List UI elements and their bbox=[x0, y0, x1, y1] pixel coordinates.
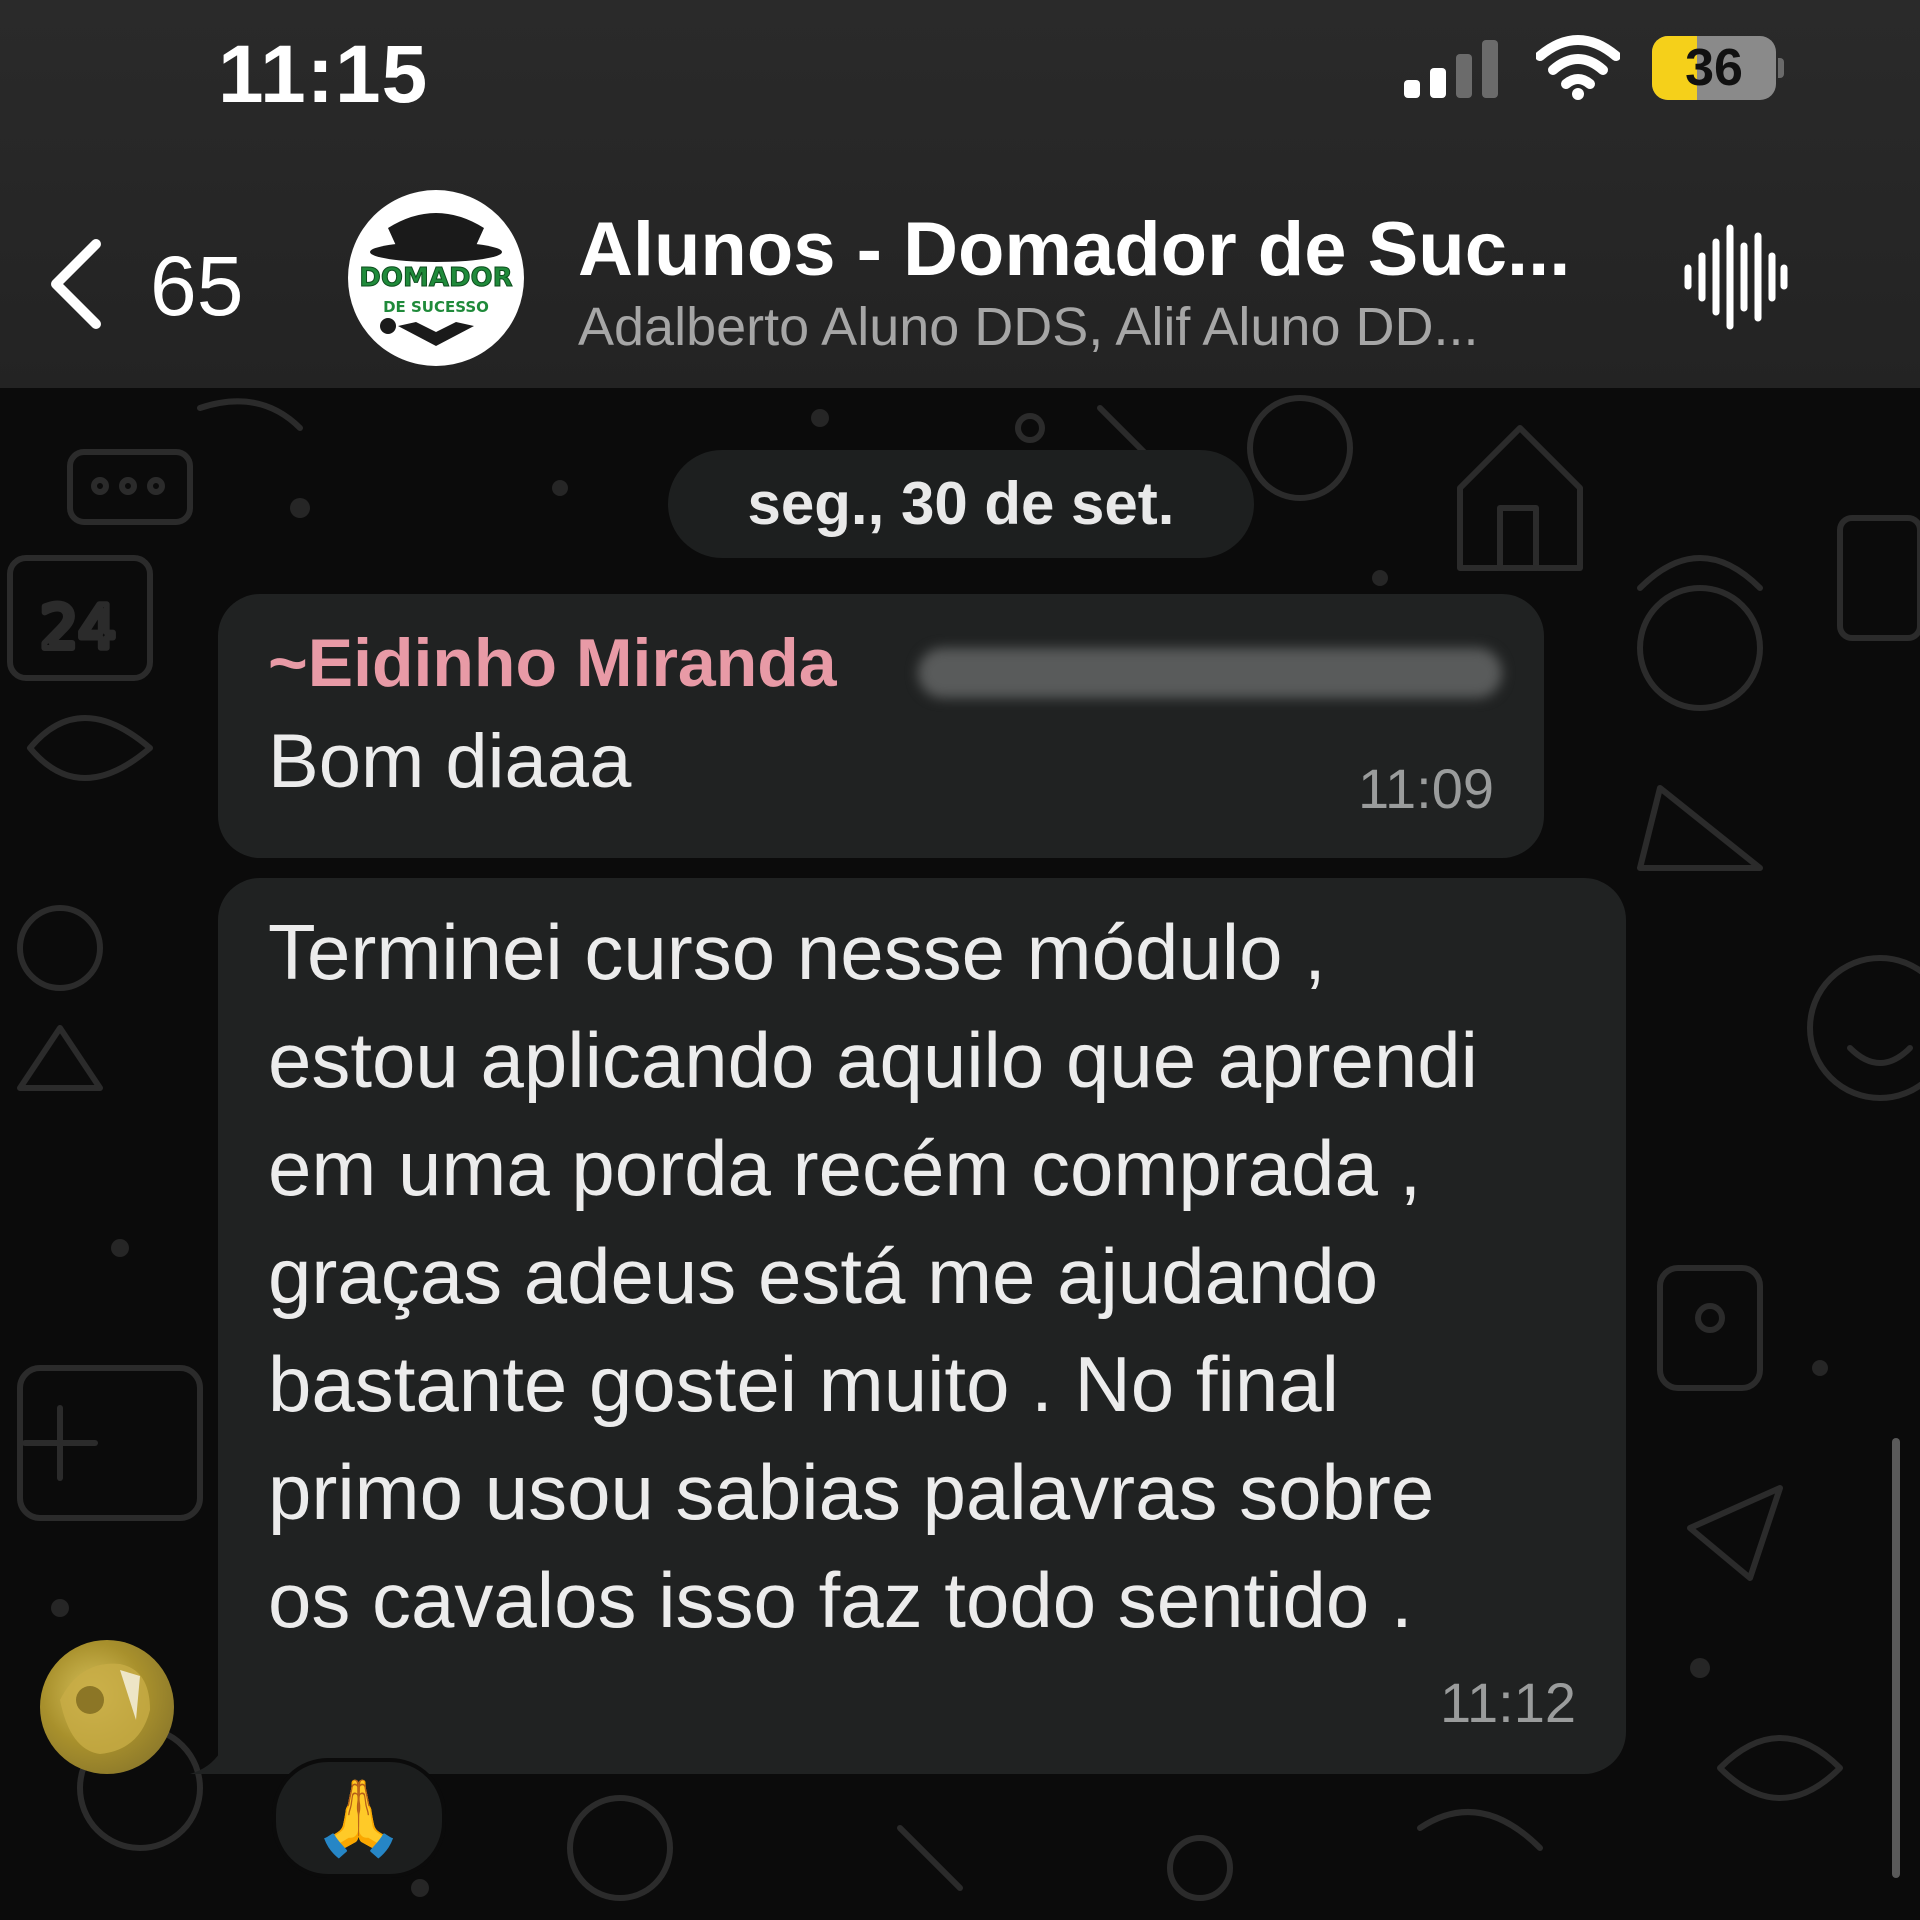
domador-logo-icon: DOMADOR DE SUCESSO bbox=[350, 192, 522, 364]
message-timestamp: 11:12 bbox=[1440, 1671, 1576, 1734]
cellular-signal-icon bbox=[1404, 40, 1498, 98]
date-separator: seg., 30 de set. bbox=[668, 450, 1254, 558]
chat-header: 11:15 36 65 DOMADOR DE SUCESSO Alunos - … bbox=[0, 0, 1920, 388]
redacted-phone-number bbox=[918, 648, 1502, 698]
sender-name-prefix: ~ bbox=[268, 625, 308, 701]
group-title[interactable]: Alunos - Domador de Suc... bbox=[578, 206, 1570, 293]
battery-body: 36 bbox=[1652, 36, 1776, 100]
chevron-left-icon bbox=[51, 239, 101, 329]
message-text: Bom diaaa bbox=[268, 719, 632, 804]
scrollbar[interactable] bbox=[1892, 1438, 1900, 1878]
message-text: Terminei curso nesse módulo , estou apli… bbox=[268, 908, 1478, 1644]
wifi-icon bbox=[1536, 35, 1620, 100]
sender-name-text: Eidinho Miranda bbox=[307, 625, 837, 701]
sender-name[interactable]: ~Eidinho Miranda bbox=[268, 624, 837, 702]
svg-text:DE SUCESSO: DE SUCESSO bbox=[383, 298, 489, 316]
battery-level: 36 bbox=[1685, 39, 1743, 97]
svg-text:DOMADOR: DOMADOR bbox=[359, 263, 512, 293]
sender-avatar[interactable] bbox=[40, 1640, 174, 1774]
battery-indicator: 36 bbox=[1652, 36, 1784, 100]
svg-text:24: 24 bbox=[40, 593, 116, 663]
battery-tip bbox=[1778, 58, 1784, 78]
whatsapp-chat-screen: 11:15 36 65 DOMADOR DE SUCESSO Alunos - … bbox=[0, 0, 1920, 1920]
message-bubble[interactable]: ~Eidinho Miranda Bom diaaa 11:09 bbox=[218, 594, 1544, 858]
avatar-photo-icon bbox=[60, 1663, 150, 1754]
back-button[interactable]: 65 bbox=[36, 230, 266, 340]
audio-waveform-icon[interactable] bbox=[1680, 222, 1790, 332]
status-bar-time: 11:15 bbox=[218, 29, 429, 120]
reaction-badge[interactable]: 🙏 bbox=[272, 1758, 446, 1878]
unread-count: 65 bbox=[150, 239, 244, 333]
group-avatar[interactable]: DOMADOR DE SUCESSO bbox=[348, 190, 524, 366]
chat-area[interactable]: 24 seg., 30 de set. ~Eidinho Miranda Bom… bbox=[0, 388, 1920, 1920]
message-bubble[interactable]: Terminei curso nesse módulo , estou apli… bbox=[218, 878, 1626, 1774]
message-timestamp: 11:09 bbox=[1358, 757, 1494, 820]
group-members-list[interactable]: Adalberto Aluno DDS, Alif Aluno DD... bbox=[578, 296, 1479, 358]
